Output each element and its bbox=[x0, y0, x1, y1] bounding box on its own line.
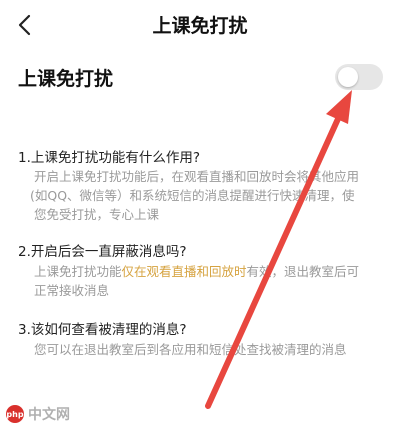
faq-answer-2-post: 有效，退出教室后可 bbox=[246, 264, 360, 279]
header: 上课免打扰 bbox=[0, 0, 400, 50]
faq-answer-2: 上课免打扰功能仅在观看直播和回放时有效，退出教室后可 正常接收消息 bbox=[34, 262, 386, 300]
faq-answer-3-line-1: 您可以在退出教室后到各应用和短信处查找被清理的消息 bbox=[34, 342, 347, 357]
faq-answer-2-line-2: 正常接收消息 bbox=[34, 283, 110, 298]
faq-question-3: 3.该如何查看被清理的消息? bbox=[18, 322, 187, 338]
faq-answer-2-highlight: 仅在观看直播和回放时 bbox=[121, 264, 247, 279]
faq-answer-2-pre: 上课免打扰功能 bbox=[34, 264, 122, 279]
watermark-text: 中文网 bbox=[28, 407, 70, 423]
faq-answer-1-line-2: (如QQ、微信等）和系统短信的消息提醒进行快速清理，使 bbox=[30, 188, 355, 203]
do-not-disturb-toggle[interactable] bbox=[335, 64, 383, 90]
faq-answer-2-line-1: 上课免打扰功能仅在观看直播和回放时有效，退出教室后可 bbox=[34, 262, 386, 281]
toggle-knob bbox=[338, 67, 358, 87]
faq-question-2: 2.开启后会一直屏蔽消息吗? bbox=[18, 244, 187, 260]
watermark: php 中文网 bbox=[6, 404, 70, 424]
page-title: 上课免打扰 bbox=[152, 15, 248, 37]
faq-answer-1-line-3: 您免受打扰，专心上课 bbox=[34, 207, 160, 222]
faq-answer-3: 您可以在退出教室后到各应用和短信处查找被清理的消息 bbox=[34, 340, 386, 359]
page: 上课免打扰 上课免打扰 1.上课免打扰功能有什么作用? 开启上课免打扰功能后，在… bbox=[0, 0, 400, 427]
watermark-logo: php bbox=[6, 405, 24, 423]
setting-label: 上课免打扰 bbox=[18, 68, 114, 90]
faq-question-1: 1.上课免打扰功能有什么作用? bbox=[18, 150, 201, 166]
faq-answer-1-line-1: 开启上课免打扰功能后，在观看直播和回放时会将其他应用 bbox=[34, 169, 360, 184]
faq-answer-1: 开启上课免打扰功能后，在观看直播和回放时会将其他应用 (如QQ、微信等）和系统短… bbox=[30, 167, 386, 224]
